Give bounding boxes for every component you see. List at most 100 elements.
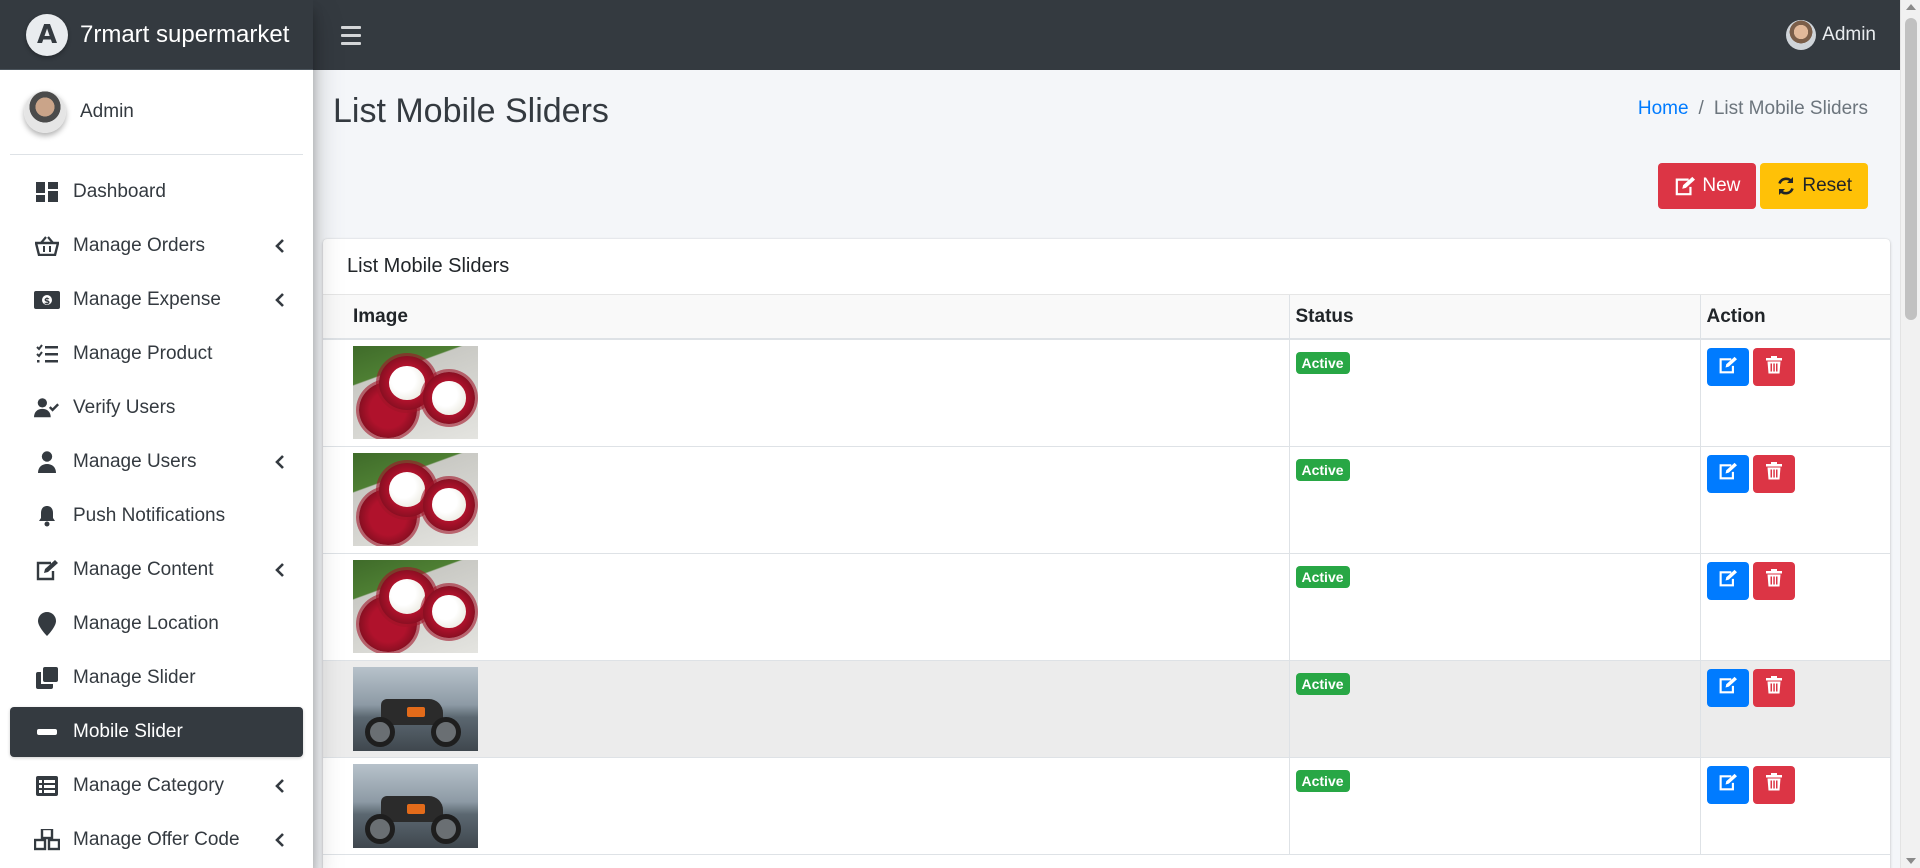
status-badge: Active	[1295, 565, 1350, 588]
action-cell	[1700, 660, 1890, 758]
status-cell: Active	[1289, 553, 1701, 661]
sidebar-nav: Dashboard Manage Orders $ Manage Expense…	[0, 167, 313, 865]
sidebar-user-name[interactable]: Admin	[80, 101, 134, 123]
breadcrumb-home-link[interactable]: Home	[1638, 98, 1689, 120]
table-row: Active	[323, 339, 1890, 447]
user-avatar	[24, 91, 66, 133]
status-cell: Active	[1289, 446, 1701, 554]
edit-icon	[1718, 773, 1738, 796]
delete-button[interactable]	[1752, 454, 1795, 493]
bell-icon	[34, 503, 60, 529]
status-badge: Active	[1295, 352, 1350, 374]
sidebar-item-label: Mobile Slider	[73, 721, 183, 742]
delete-button[interactable]	[1752, 561, 1795, 600]
sliders-card: List Mobile Sliders Image Status Action	[323, 239, 1890, 868]
sidebar-item-manage-offer-code[interactable]: Manage Offer Code	[10, 815, 303, 865]
sidebar-user-panel[interactable]: Admin	[10, 70, 303, 155]
sidebar-item-label: Manage Expense	[73, 289, 221, 310]
sidebar-item-manage-orders[interactable]: Manage Orders	[10, 221, 303, 271]
image-cell	[323, 446, 1290, 554]
edit-icon	[34, 557, 60, 583]
page-scrollbar[interactable]	[1900, 0, 1920, 868]
sidebar-item-manage-category[interactable]: Manage Category	[10, 761, 303, 811]
edit-button[interactable]	[1706, 668, 1749, 707]
column-header-image[interactable]: Image	[323, 295, 1290, 340]
sidebar-item-label: Manage Location	[73, 613, 219, 634]
sidebar-item-manage-slider[interactable]: Manage Slider	[10, 653, 303, 703]
edit-icon	[1718, 356, 1738, 379]
table-row: Active	[323, 660, 1890, 758]
breadcrumb-separator: /	[1698, 98, 1704, 119]
sliders-table: Image Status Action Active Active Active…	[323, 295, 1890, 855]
table-row: Active	[323, 446, 1890, 554]
new-button-label: New	[1702, 175, 1741, 196]
sync-icon	[1776, 176, 1796, 196]
sidebar-item-push-notifications[interactable]: Push Notifications	[10, 491, 303, 541]
action-cell	[1700, 757, 1890, 855]
slider-image	[353, 346, 478, 439]
edit-icon	[1718, 569, 1738, 592]
edit-button[interactable]	[1706, 561, 1749, 600]
chevron-left-icon	[271, 831, 289, 849]
trash-icon	[1765, 676, 1782, 699]
slider-image	[353, 559, 478, 653]
sidebar-item-manage-expense[interactable]: $ Manage Expense	[10, 275, 303, 325]
top-user-menu[interactable]: Admin	[1786, 20, 1876, 50]
sidebar-item-manage-location[interactable]: Manage Location	[10, 599, 303, 649]
slider-image	[353, 666, 478, 751]
sidebar-item-label: Manage Product	[73, 343, 213, 364]
list-icon	[34, 773, 60, 799]
edit-button[interactable]	[1706, 765, 1749, 804]
dashboard-icon	[34, 179, 60, 205]
user-avatar	[1786, 20, 1817, 50]
trash-icon	[1765, 462, 1782, 485]
delete-button[interactable]	[1752, 668, 1795, 707]
trash-icon	[1765, 569, 1782, 592]
slider-image	[353, 763, 478, 848]
column-header-status[interactable]: Status	[1289, 295, 1701, 340]
delete-button[interactable]	[1752, 348, 1795, 386]
scroll-down-icon[interactable]	[1906, 858, 1916, 864]
trash-icon	[1765, 355, 1782, 379]
column-header-action[interactable]: Action	[1700, 295, 1890, 340]
minus-icon	[34, 719, 60, 745]
status-cell: Active	[1289, 660, 1701, 758]
user-icon	[34, 449, 60, 475]
sidebar-item-mobile-slider[interactable]: Mobile Slider	[10, 707, 303, 757]
sidebar-item-manage-content[interactable]: Manage Content	[10, 545, 303, 595]
image-cell	[323, 339, 1290, 447]
sidebar-item-manage-users[interactable]: Manage Users	[10, 437, 303, 487]
table-header-row: Image Status Action	[323, 295, 1890, 340]
brand-logo-icon: A	[26, 13, 68, 56]
brand-link[interactable]: A 7rmart supermarket	[0, 0, 313, 70]
menu-toggle-icon[interactable]	[341, 23, 365, 47]
user-check-icon	[34, 395, 60, 421]
reset-button[interactable]: Reset	[1760, 163, 1868, 209]
sidebar-item-manage-product[interactable]: Manage Product	[10, 329, 303, 379]
scroll-up-icon[interactable]	[1906, 4, 1916, 10]
chevron-left-icon	[271, 291, 289, 309]
sidebar-item-label: Manage Users	[73, 451, 197, 472]
map-marker-icon	[34, 611, 60, 637]
cubes-icon	[34, 827, 60, 853]
sidebar-item-verify-users[interactable]: Verify Users	[10, 383, 303, 433]
sidebar-item-label: Dashboard	[73, 181, 166, 202]
slider-image	[353, 452, 478, 546]
edit-button[interactable]	[1706, 348, 1749, 386]
sidebar-item-label: Push Notifications	[73, 505, 226, 526]
status-badge: Active	[1295, 769, 1350, 792]
page-actions: New Reset	[1658, 163, 1868, 209]
edit-button[interactable]	[1706, 454, 1749, 493]
delete-button[interactable]	[1752, 765, 1795, 804]
action-cell	[1700, 553, 1890, 661]
new-button[interactable]: New	[1658, 163, 1757, 209]
top-user-name: Admin	[1822, 24, 1876, 45]
sidebar-item-dashboard[interactable]: Dashboard	[10, 167, 303, 217]
edit-icon	[1718, 462, 1738, 485]
money-icon: $	[34, 287, 60, 313]
brand-name: 7rmart supermarket	[80, 20, 290, 48]
edit-icon	[1718, 676, 1738, 699]
chevron-left-icon	[271, 237, 289, 255]
scrollbar-thumb[interactable]	[1905, 18, 1917, 320]
card-title: List Mobile Sliders	[323, 239, 1890, 295]
